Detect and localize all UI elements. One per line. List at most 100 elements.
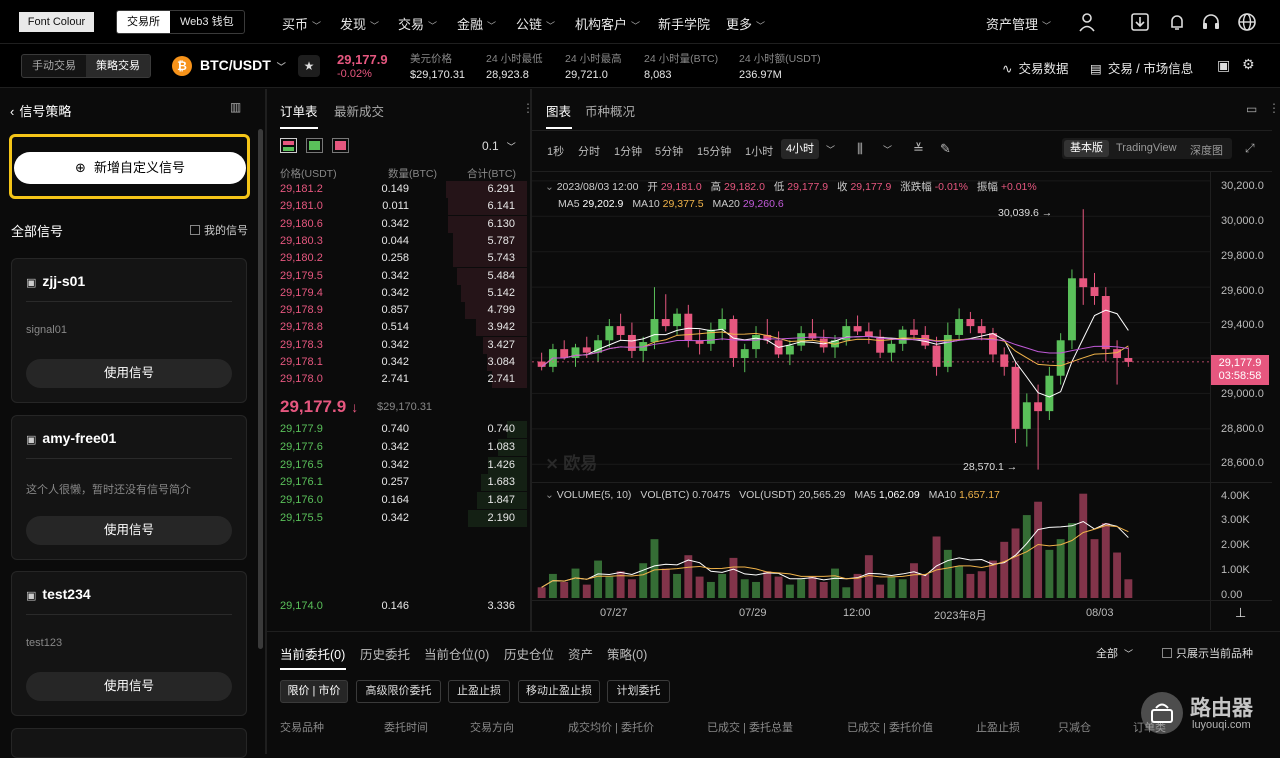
ask-row[interactable]: 29,178.1 0.342 3.084 [280,354,527,371]
col-header: 委托时间 [384,722,428,734]
ask-row[interactable]: 29,178.8 0.514 3.942 [280,319,527,337]
nav-academy[interactable]: 新手学院 [658,14,710,33]
tab-exchange[interactable]: 交易所 [117,11,170,33]
nav-discover[interactable]: 发现 ﹀ [340,14,379,33]
pencil-icon[interactable]: ✎ [940,141,951,157]
candle [1011,366,1020,429]
candlestick-chart[interactable] [532,172,1210,482]
tab-order-history[interactable]: 历史委托 [360,644,410,663]
view-depth[interactable]: 深度图 [1190,142,1223,158]
interval-4h[interactable]: 4小时 [781,139,819,159]
candle [1022,402,1031,429]
ask-row[interactable]: 29,179.4 0.342 5.142 [280,284,527,302]
view-tradingview[interactable]: TradingView [1116,142,1177,154]
tab-latest-trades[interactable]: 最新成交 [334,101,384,120]
more-vertical-icon[interactable]: ⋮ [1268,101,1280,115]
order-type-tp-sl[interactable]: 止盈止损 [448,680,510,703]
panel-scrollbar[interactable] [258,129,263,649]
nav-finance[interactable]: 金融 ﹀ [457,14,496,33]
interval-dropdown-icon[interactable]: ﹀ [826,143,835,156]
chevron-down-icon[interactable]: ﹀ [883,143,892,156]
interval-timeline[interactable]: 分时 [578,143,600,159]
ask-row[interactable]: 29,180.6 0.342 6.130 [280,215,527,233]
tab-manual-trade[interactable]: 手动交易 [22,55,86,77]
view-basic[interactable]: 基本版 [1064,140,1109,157]
book-icon[interactable]: ▥ [230,100,241,114]
reset-scale-icon[interactable]: ⊥ [1235,605,1246,621]
download-icon[interactable] [1130,12,1150,32]
my-signals-checkbox[interactable]: 我的信号 [190,222,248,238]
ask-row[interactable]: 29,181.2 0.149 6.291 [280,181,527,198]
view-asks-icon[interactable] [332,138,349,153]
bell-icon[interactable] [1167,12,1187,32]
settings-icon[interactable]: ⚙ [1242,56,1255,73]
fullscreen-icon[interactable]: ⤢ [1245,141,1255,156]
ask-row[interactable]: 29,178.0 2.741 2.741 [280,371,527,389]
tab-strategy-trade[interactable]: 策略交易 [86,55,150,77]
signal-back-title[interactable]: ‹ 信号策略 [10,101,71,120]
ask-row[interactable]: 29,179.5 0.342 5.484 [280,267,527,285]
interval-1m[interactable]: 1分钟 [614,143,642,159]
globe-icon[interactable] [1237,12,1257,32]
tab-order-book[interactable]: 订单表 [280,101,318,120]
bid-row[interactable]: 29,177.9 0.740 0.740 [280,421,527,438]
ask-row[interactable]: 29,178.9 0.857 4.799 [280,302,527,320]
tab-strategies[interactable]: 策略(0) [607,644,647,663]
indicator-icon[interactable]: ≚ [913,141,924,157]
bid-row[interactable]: 29,177.6 0.342 1.083 [280,438,527,456]
nav-asset-management[interactable]: 资产管理 ﹀ [986,14,1051,33]
order-type-limit-market[interactable]: 限价 | 市价 [280,680,348,703]
nav-more[interactable]: 更多 ﹀ [726,14,765,33]
window-icon[interactable]: ▭ [1246,102,1257,116]
ask-row[interactable]: 29,180.2 0.258 5.743 [280,250,527,268]
trade-data-link[interactable]: ∿ 交易数据 [1002,58,1069,77]
nav-chain[interactable]: 公链 ﹀ [516,14,555,33]
order-type-trigger[interactable]: 计划委托 [607,680,670,703]
bid-row[interactable]: 29,176.1 0.257 1.683 [280,474,527,492]
bid-row[interactable]: 29,176.5 0.342 1.426 [280,456,527,474]
interval-5m[interactable]: 5分钟 [655,143,683,159]
user-icon[interactable] [1078,12,1096,32]
precision-select[interactable]: 0.1 ﹀ [482,139,516,153]
tab-position-history[interactable]: 历史仓位 [504,644,554,663]
use-signal-button[interactable]: 使用信号 [26,516,232,545]
more-vertical-icon[interactable]: ⋮ [522,101,534,115]
volume-bar [774,576,783,598]
ob-header-price: 价格(USDT) [280,168,337,180]
ask-row[interactable]: 29,181.0 0.011 6.141 [280,198,527,216]
add-custom-signal-button[interactable]: ⊕ 新增自定义信号 [14,152,246,184]
tab-positions[interactable]: 当前仓位(0) [424,644,489,663]
layout-icon[interactable]: ▣ [1217,57,1230,74]
tab-current-orders[interactable]: 当前委托(0) [280,644,345,663]
ask-row[interactable]: 29,180.3 0.044 5.787 [280,232,527,250]
ask-row[interactable]: 29,178.3 0.342 3.427 [280,336,527,354]
volume-bar [1124,579,1133,598]
pair-selector[interactable]: BTC/USDT ﹀ [200,57,286,73]
candle-type-icon[interactable]: ⫼ [857,141,863,157]
interval-1s[interactable]: 1秒 [547,143,564,159]
tab-web3-wallet[interactable]: Web3 钱包 [170,11,244,33]
tab-assets[interactable]: 资产 [568,644,593,663]
nav-trade[interactable]: 交易 ﹀ [398,14,437,33]
order-type-advanced-limit[interactable]: 高级限价委托 [356,680,441,703]
col-header: 交易方向 [470,722,514,734]
bid-row[interactable]: 29,175.5 0.342 2.190 [280,510,527,527]
favorite-star-icon[interactable]: ★ [298,55,320,77]
nav-institutions[interactable]: 机构客户 ﹀ [575,14,640,33]
bid-row[interactable]: 29,176.0 0.164 1.847 [280,492,527,510]
only-current-checkbox[interactable]: 只展示当前品种 [1162,645,1253,661]
interval-1h[interactable]: 1小时 [745,143,773,159]
filter-select[interactable]: 全部 ﹀ [1096,645,1133,661]
use-signal-button[interactable]: 使用信号 [26,672,232,701]
interval-15m[interactable]: 15分钟 [697,143,731,159]
ob-row[interactable]: 29,174.0 0.146 3.336 [280,598,515,615]
tab-coin-overview[interactable]: 币种概况 [585,101,635,120]
headset-icon[interactable] [1201,12,1221,32]
view-bids-icon[interactable] [306,138,323,153]
tab-chart[interactable]: 图表 [546,101,571,120]
use-signal-button[interactable]: 使用信号 [26,359,232,388]
nav-buy[interactable]: 买币 ﹀ [282,14,321,33]
view-both-icon[interactable] [280,138,297,153]
order-type-trailing[interactable]: 移动止盈止损 [518,680,600,703]
market-info-link[interactable]: ▤ 交易 / 市场信息 [1090,58,1193,77]
